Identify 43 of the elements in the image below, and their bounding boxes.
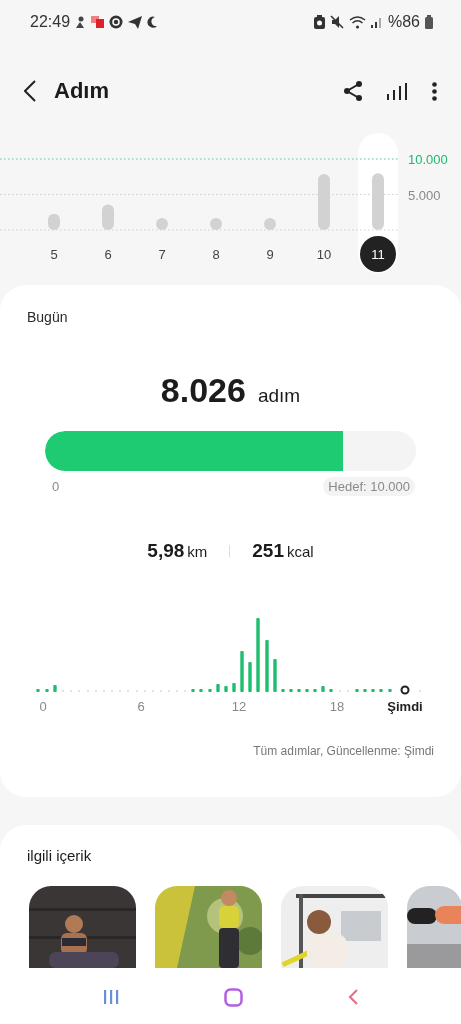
step-count: 8.026 — [160, 371, 246, 410]
moon-icon — [147, 16, 159, 28]
section-label: Bugün — [26, 308, 69, 325]
recent-apps-icon[interactable] — [102, 989, 119, 1005]
day-label[interactable]: 6 — [104, 247, 112, 262]
circle-app-icon — [109, 15, 124, 29]
bar-chart-icon[interactable] — [387, 82, 407, 100]
day-label[interactable]: 8 — [212, 247, 220, 262]
share-icon[interactable] — [344, 81, 362, 101]
paper-plane-icon — [128, 15, 143, 29]
wifi-icon — [348, 15, 366, 29]
y-tick-label: 10.000 — [408, 152, 448, 167]
section-title: ilgili içerik — [26, 846, 93, 864]
step-unit: adım — [257, 385, 301, 407]
mute-icon — [329, 15, 344, 29]
signal-icon — [370, 16, 383, 28]
time-axis-label: 6 — [137, 699, 145, 714]
time-axis-label: 0 — [39, 699, 47, 714]
battery-saver-icon — [313, 15, 325, 29]
time-axis-label: 18 — [329, 699, 345, 714]
day-label[interactable]: 5 — [50, 247, 58, 262]
clock: 22:49 — [30, 13, 71, 31]
more-icon[interactable] — [432, 81, 437, 101]
day-label[interactable]: 11 — [371, 247, 385, 262]
home-icon[interactable] — [224, 987, 243, 1007]
back-icon[interactable] — [24, 80, 36, 102]
y-tick-label: 5.000 — [408, 187, 441, 203]
page-title: Adım — [54, 78, 110, 104]
day-label[interactable]: 9 — [266, 247, 274, 262]
battery-icon — [425, 15, 433, 29]
day-label[interactable]: 10 — [316, 247, 332, 262]
day-label[interactable]: 7 — [158, 247, 166, 262]
goal-label: Hedef: 10.000 — [323, 477, 415, 496]
selected-day-circle[interactable] — [360, 236, 396, 272]
battery-percent: %86 — [387, 13, 420, 31]
distance-value: 5,98 km — [147, 540, 208, 562]
time-axis-label: Şimdi — [387, 699, 423, 714]
progress-start-label: 0 — [52, 479, 60, 494]
calories-value: 251 kcal — [252, 540, 314, 562]
notification-icon — [75, 15, 87, 29]
update-caption: Tüm adımlar, Güncellenme: Şimdi — [252, 744, 435, 758]
time-axis-label: 12 — [231, 699, 247, 714]
back-nav-icon[interactable] — [348, 989, 359, 1005]
